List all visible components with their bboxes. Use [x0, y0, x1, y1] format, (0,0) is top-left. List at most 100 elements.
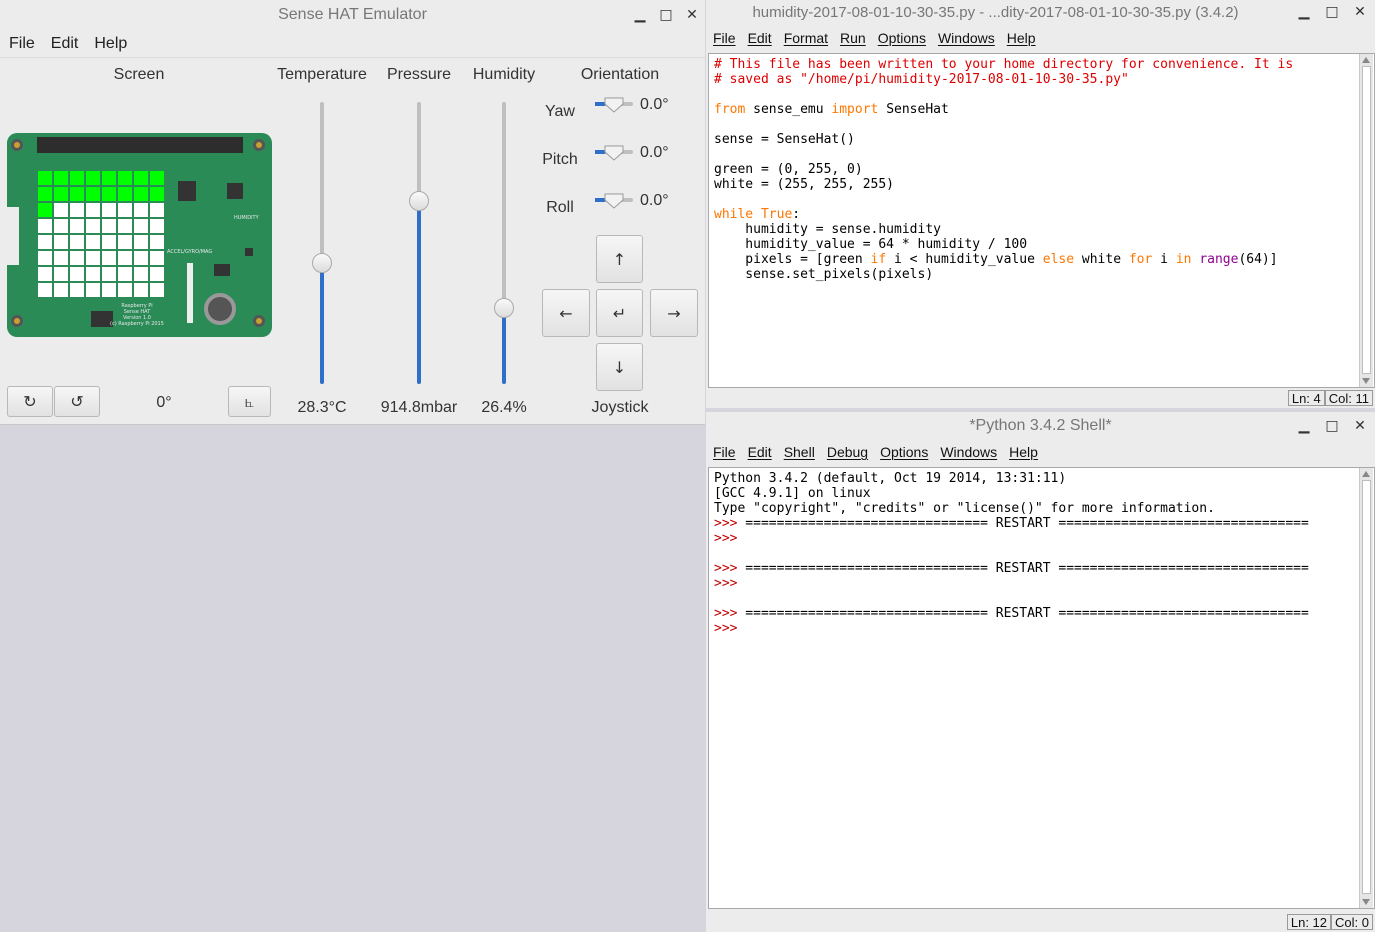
editor-text-area[interactable]: # This file has been written to your hom… [708, 53, 1375, 388]
menu-edit[interactable]: Edit [51, 35, 79, 53]
editor-window: humidity-2017-08-01-10-30-35.py - ...dit… [706, 0, 1375, 408]
shell-titlebar[interactable]: *Python 3.4.2 Shell* ▁ □ ✕ [706, 412, 1375, 440]
sense-hat-board: Raspberry Pi Sense HAT Version 1.0 (c) R… [7, 133, 272, 337]
pitch-label: Pitch [542, 151, 578, 168]
joystick-right-button[interactable]: → [650, 289, 698, 337]
arrow-right-icon: → [667, 303, 681, 323]
led-pixel [150, 235, 164, 249]
led-pixel [38, 267, 52, 281]
scroll-up-icon[interactable] [1362, 57, 1370, 63]
led-pixel [118, 219, 132, 233]
flip-button[interactable]: ⦜ [228, 386, 271, 417]
roll-value: 0.0° [640, 192, 669, 209]
led-pixel [118, 171, 132, 185]
code-line: humidity_value = 64 * humidity / 100 [714, 237, 1028, 252]
joystick-left-button[interactable]: ← [542, 289, 590, 337]
menu-file[interactable]: File [713, 444, 736, 460]
flip-icon: ⦜ [244, 391, 255, 411]
menu-file[interactable]: File [713, 30, 736, 46]
shell-window: *Python 3.4.2 Shell* ▁ □ ✕ File Edit She… [706, 412, 1375, 932]
minimize-icon[interactable]: ▁ [1297, 418, 1311, 434]
shell-line: >>> =============================== REST… [714, 606, 1309, 621]
joystick-enter-button[interactable]: ↵ [596, 289, 643, 337]
maximize-icon[interactable]: □ [1325, 4, 1339, 20]
minimize-icon[interactable]: ▁ [1297, 4, 1311, 20]
code-token: : [792, 207, 801, 222]
menu-windows[interactable]: Windows [938, 30, 995, 46]
menu-help[interactable]: Help [1007, 30, 1036, 46]
menu-options[interactable]: Options [880, 444, 928, 460]
keyword: import [831, 102, 879, 117]
temperature-slider-handle[interactable] [312, 252, 332, 273]
roll-handle[interactable] [603, 190, 625, 210]
menu-shell[interactable]: Shell [784, 444, 815, 460]
menu-file[interactable]: File [9, 35, 35, 53]
led-pixel [150, 187, 164, 201]
yaw-handle[interactable] [603, 94, 625, 114]
led-pixel [54, 203, 68, 217]
joystick-up-button[interactable]: ↑ [596, 235, 643, 283]
code-line: while True: [714, 207, 800, 222]
column-number: Col: 11 [1324, 390, 1373, 406]
led-pixel [118, 203, 132, 217]
chip [214, 264, 230, 276]
menu-edit[interactable]: Edit [748, 444, 772, 460]
shell-prompt: >>> [714, 606, 738, 621]
shell-line: >>> =============================== REST… [714, 561, 1309, 576]
rotate-ccw-button[interactable]: ↺ [54, 386, 100, 417]
menu-options[interactable]: Options [878, 30, 926, 46]
led-pixel [118, 267, 132, 281]
shell-scrollbar[interactable] [1359, 468, 1373, 908]
menu-windows[interactable]: Windows [940, 444, 997, 460]
roll-label: Roll [546, 199, 574, 216]
temperature-slider-fill [320, 262, 324, 384]
menu-run[interactable]: Run [840, 30, 866, 46]
keyword: else [1042, 252, 1075, 267]
humidity-label: Humidity [472, 66, 536, 83]
editor-titlebar[interactable]: humidity-2017-08-01-10-30-35.py - ...dit… [706, 0, 1375, 24]
close-icon[interactable]: ✕ [685, 7, 699, 23]
shell-status-bar: Ln: 12 Col: 0 [1286, 914, 1373, 930]
joystick-down-button[interactable]: ↓ [596, 343, 643, 391]
chip [178, 181, 196, 201]
joystick-label: Joystick [591, 399, 649, 416]
menu-help[interactable]: Help [1009, 444, 1038, 460]
scroll-thumb[interactable] [1362, 66, 1371, 374]
connector [187, 263, 193, 323]
menu-debug[interactable]: Debug [827, 444, 868, 460]
close-icon[interactable]: ✕ [1353, 418, 1367, 434]
pitch-handle[interactable] [603, 142, 625, 162]
editor-scrollbar[interactable] [1359, 54, 1373, 387]
led-pixel [86, 267, 100, 281]
code-line: green = (0, 255, 0) [714, 162, 863, 177]
keyword: in [1175, 252, 1192, 267]
sense-titlebar[interactable]: Sense HAT Emulator ▁ □ ✕ [0, 0, 705, 30]
scroll-up-icon[interactable] [1362, 471, 1370, 477]
menu-help[interactable]: Help [94, 35, 127, 53]
restart-line: =============================== RESTART … [737, 561, 1309, 576]
keyword: if [870, 252, 887, 267]
shell-text-area[interactable]: Python 3.4.2 (default, Oct 19 2014, 13:3… [708, 467, 1375, 909]
code-line: sense = SenseHat() [714, 132, 855, 147]
led-pixel [150, 203, 164, 217]
rotate-cw-icon: ↻ [23, 392, 37, 411]
pressure-slider-handle[interactable] [409, 190, 429, 211]
humidity-slider-handle[interactable] [494, 297, 514, 318]
keyword: while True [714, 207, 793, 222]
scroll-thumb[interactable] [1362, 480, 1371, 894]
yaw-value: 0.0° [640, 96, 669, 113]
sense-hat-window: Sense HAT Emulator ▁ □ ✕ File Edit Help … [0, 0, 705, 425]
close-icon[interactable]: ✕ [1353, 4, 1367, 20]
scroll-down-icon[interactable] [1362, 378, 1370, 384]
rotate-cw-button[interactable]: ↻ [7, 386, 53, 417]
led-pixel [70, 219, 84, 233]
scroll-down-icon[interactable] [1362, 899, 1370, 905]
led-pixel [54, 283, 68, 297]
maximize-icon[interactable]: □ [659, 7, 673, 23]
board-humidity-text: HUMIDITY [234, 215, 259, 221]
maximize-icon[interactable]: □ [1325, 418, 1339, 434]
menu-format[interactable]: Format [784, 30, 828, 46]
minimize-icon[interactable]: ▁ [633, 7, 647, 23]
menu-edit[interactable]: Edit [748, 30, 772, 46]
led-matrix [38, 171, 164, 297]
